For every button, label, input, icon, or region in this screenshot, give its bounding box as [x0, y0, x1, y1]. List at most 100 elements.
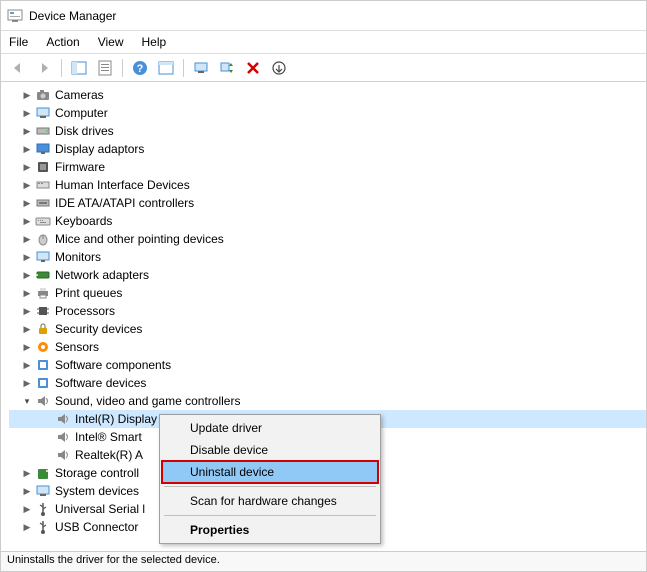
svg-text:?: ?	[137, 63, 144, 75]
expander-icon[interactable]: ▶	[21, 503, 33, 515]
expander-icon[interactable]: ▶	[21, 161, 33, 173]
app-icon	[7, 8, 23, 24]
tree-node-computer[interactable]: ▶ Computer	[9, 104, 646, 122]
software-component-icon	[35, 357, 51, 373]
tree-label: Software components	[55, 356, 171, 374]
tree-node-processors[interactable]: ▶ Processors	[9, 302, 646, 320]
tree-label: Realtek(R) A	[75, 446, 143, 464]
expander-icon[interactable]: ▶	[21, 233, 33, 245]
sound-icon	[35, 393, 51, 409]
view-button[interactable]	[155, 57, 177, 79]
titlebar: Device Manager	[1, 1, 646, 31]
expander-icon[interactable]: ▶	[21, 323, 33, 335]
menu-view[interactable]: View	[98, 35, 124, 49]
more-button[interactable]	[268, 57, 290, 79]
tree-node-display-adaptors[interactable]: ▶ Display adaptors	[9, 140, 646, 158]
sensor-icon	[35, 339, 51, 355]
storage-icon	[35, 465, 51, 481]
tree-node-monitors[interactable]: ▶ Monitors	[9, 248, 646, 266]
scan-hardware-button[interactable]	[216, 57, 238, 79]
expander-icon[interactable]: ▶	[21, 179, 33, 191]
expander-icon[interactable]: ▶	[21, 485, 33, 497]
context-menu-update-driver[interactable]: Update driver	[162, 417, 378, 439]
expander-icon[interactable]: ▶	[21, 521, 33, 533]
tree-node-mice[interactable]: ▶ Mice and other pointing devices	[9, 230, 646, 248]
uninstall-button[interactable]	[242, 57, 264, 79]
tree-node-security[interactable]: ▶ Security devices	[9, 320, 646, 338]
expander-icon[interactable]: ▶	[21, 107, 33, 119]
tree-label: Print queues	[55, 284, 122, 302]
context-menu-uninstall-device[interactable]: Uninstall device	[162, 461, 378, 483]
security-icon	[35, 321, 51, 337]
expander-icon[interactable]: ▶	[21, 305, 33, 317]
tree-label: Computer	[55, 104, 108, 122]
tree-node-cameras[interactable]: ▶ Cameras	[9, 86, 646, 104]
expander-icon[interactable]: ▶	[21, 359, 33, 371]
tree-node-network[interactable]: ▶ Network adapters	[9, 266, 646, 284]
expander-icon[interactable]: ▶	[21, 143, 33, 155]
tree-node-software-devices[interactable]: ▶ Software devices	[9, 374, 646, 392]
toolbar: ?	[1, 54, 646, 82]
usb-icon	[35, 501, 51, 517]
context-menu-properties[interactable]: Properties	[162, 519, 378, 541]
hid-icon	[35, 177, 51, 193]
help-button[interactable]: ?	[129, 57, 151, 79]
tree-label: Security devices	[55, 320, 142, 338]
tree-label: Monitors	[55, 248, 101, 266]
expander-icon[interactable]: ▶	[21, 341, 33, 353]
window-title: Device Manager	[29, 9, 116, 23]
menu-file[interactable]: File	[9, 35, 28, 49]
tree-node-disk-drives[interactable]: ▶ Disk drives	[9, 122, 646, 140]
sound-icon	[55, 447, 71, 463]
back-button[interactable]	[7, 57, 29, 79]
expander-icon[interactable]: ▶	[21, 215, 33, 227]
show-hide-tree-button[interactable]	[68, 57, 90, 79]
computer-icon	[35, 105, 51, 121]
tree-node-sound[interactable]: ▾ Sound, video and game controllers	[9, 392, 646, 410]
tree-label: Mice and other pointing devices	[55, 230, 224, 248]
tree-label: Storage controll	[55, 464, 139, 482]
expander-icon[interactable]: ▶	[21, 377, 33, 389]
context-menu-scan-hardware[interactable]: Scan for hardware changes	[162, 490, 378, 512]
tree-node-firmware[interactable]: ▶ Firmware	[9, 158, 646, 176]
expander-icon[interactable]: ▶	[21, 251, 33, 263]
tree-label: Disk drives	[55, 122, 114, 140]
tree-node-software-components[interactable]: ▶ Software components	[9, 356, 646, 374]
tree-label: Sound, video and game controllers	[55, 392, 240, 410]
properties-button[interactable]	[94, 57, 116, 79]
system-icon	[35, 483, 51, 499]
tree-node-sensors[interactable]: ▶ Sensors	[9, 338, 646, 356]
expander-icon[interactable]: ▶	[21, 269, 33, 281]
network-icon	[35, 267, 51, 283]
expander-icon[interactable]: ▶	[21, 467, 33, 479]
tree-label: Software devices	[55, 374, 146, 392]
context-menu-disable-device[interactable]: Disable device	[162, 439, 378, 461]
statusbar: Uninstalls the driver for the selected d…	[1, 551, 646, 571]
tree-node-print-queues[interactable]: ▶ Print queues	[9, 284, 646, 302]
forward-button[interactable]	[33, 57, 55, 79]
context-menu: Update driver Disable device Uninstall d…	[159, 414, 381, 544]
expander-icon[interactable]: ▶	[21, 287, 33, 299]
tree-label: Universal Serial l	[55, 500, 145, 518]
expander-icon[interactable]: ▶	[21, 125, 33, 137]
statusbar-text: Uninstalls the driver for the selected d…	[7, 554, 220, 566]
tree-node-hid[interactable]: ▶ Human Interface Devices	[9, 176, 646, 194]
monitor-icon	[35, 249, 51, 265]
camera-icon	[35, 87, 51, 103]
sound-icon	[55, 411, 71, 427]
expander-icon[interactable]: ▶	[21, 197, 33, 209]
menu-help[interactable]: Help	[142, 35, 167, 49]
software-device-icon	[35, 375, 51, 391]
update-driver-button[interactable]	[190, 57, 212, 79]
expander-icon[interactable]: ▶	[21, 89, 33, 101]
expander-icon[interactable]: ▾	[21, 395, 33, 407]
context-menu-separator	[164, 515, 376, 516]
tree-label: IDE ATA/ATAPI controllers	[55, 194, 194, 212]
tree-label: Display adaptors	[55, 140, 144, 158]
tree-node-ide[interactable]: ▶ IDE ATA/ATAPI controllers	[9, 194, 646, 212]
menu-action[interactable]: Action	[46, 35, 79, 49]
toolbar-separator	[183, 59, 184, 77]
tree-label: Human Interface Devices	[55, 176, 190, 194]
processor-icon	[35, 303, 51, 319]
tree-node-keyboards[interactable]: ▶ Keyboards	[9, 212, 646, 230]
